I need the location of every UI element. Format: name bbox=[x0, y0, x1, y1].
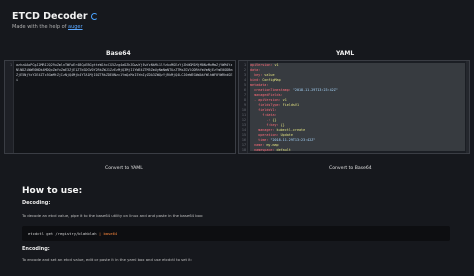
yaml-key: f:data: bbox=[250, 113, 277, 117]
yaml-key: fieldsV1: bbox=[250, 108, 277, 112]
yaml-value: my-map bbox=[264, 143, 279, 147]
yaml-key: manager: bbox=[250, 128, 275, 132]
decoding-instructions: To decode an etcd value, pipe it to the … bbox=[22, 213, 204, 218]
convert-to-yaml-button[interactable]: Convert to YAML bbox=[105, 166, 143, 171]
yaml-key: namespace: bbox=[250, 148, 275, 152]
yaml-value: ConfigMap bbox=[260, 78, 281, 82]
header: ETCD Decoder Made with the help of auger bbox=[12, 11, 98, 30]
encoding-instructions: To encode and set an etcd value, edit or… bbox=[22, 257, 193, 262]
decoding-title: Decoding: bbox=[22, 200, 51, 206]
subtitle-text: Made with the help of bbox=[12, 24, 69, 30]
yaml-key: time: bbox=[250, 138, 269, 142]
command-pipe: | base64 bbox=[98, 231, 118, 236]
yaml-key: metadata: bbox=[250, 83, 269, 87]
yaml-value: value bbox=[262, 73, 275, 77]
yaml-key: key: bbox=[250, 73, 263, 77]
base64-editor[interactable]: 1 azhzAAoPCgJ2MRIJQ29uZmlnTWFwEr4BCpEBCg… bbox=[4, 60, 236, 154]
yaml-key: - apiVersion: bbox=[250, 98, 281, 102]
yaml-value: 6b7569b9-6738-4c88-b7e5-e97c3c104f2 bbox=[262, 153, 336, 154]
yaml-key: managedFields: bbox=[250, 93, 283, 97]
editor-scrollbar[interactable] bbox=[466, 61, 469, 153]
app-title-text: ETCD Decoder bbox=[12, 11, 88, 22]
yaml-key: fieldsType: bbox=[250, 103, 281, 107]
yaml-text[interactable]: apiVersion: v1 data: key: value kind: Conf… bbox=[250, 63, 467, 154]
auger-link[interactable]: auger bbox=[68, 24, 83, 30]
yaml-value: v1 bbox=[280, 98, 287, 102]
yaml-key: kind: bbox=[250, 78, 261, 82]
yaml-value: FieldsV1 bbox=[280, 103, 299, 107]
line-number: 19 bbox=[239, 153, 246, 154]
yaml-line: uid: 6b7569b9-6738-4c88-b7e5-e97c3c104f2 bbox=[250, 153, 467, 154]
yaml-value: kubectl-create bbox=[274, 128, 306, 132]
yaml-key: uid: bbox=[250, 153, 262, 154]
how-to-title: How to use: bbox=[22, 186, 83, 196]
encoding-title: Encoding: bbox=[22, 246, 50, 252]
yaml-value: Update bbox=[278, 133, 293, 137]
yaml-editor[interactable]: 12345678910111213141516171819202122 apiV… bbox=[238, 60, 470, 154]
yaml-key: creationTimestamp: bbox=[250, 88, 291, 92]
yaml-value: {} bbox=[278, 123, 285, 127]
subtitle: Made with the help of auger bbox=[12, 24, 98, 30]
yaml-panel-title: YAML bbox=[336, 50, 355, 57]
yaml-key: f:key: bbox=[250, 123, 279, 127]
yaml-value: default bbox=[274, 148, 291, 152]
yaml-value: "2018-11-29T13:23:42Z" bbox=[268, 138, 316, 142]
yaml-key: operation: bbox=[250, 133, 279, 137]
command-text: etcdctl get /registry/blahblah bbox=[28, 231, 99, 236]
line-number-gutter: 12345678910111213141516171819202122 bbox=[239, 61, 248, 153]
yaml-key: name: bbox=[250, 143, 265, 147]
app-title: ETCD Decoder bbox=[12, 11, 98, 22]
base64-panel-title: Base64 bbox=[106, 50, 131, 57]
yaml-value: {} bbox=[270, 118, 277, 122]
command-snippet[interactable]: etcdctl get /registry/blahblah | base64 bbox=[22, 226, 450, 241]
etcd-logo-icon bbox=[90, 13, 98, 20]
yaml-value: v1 bbox=[272, 63, 279, 67]
yaml-value: "2018-11-29T13:23:42Z" bbox=[290, 88, 338, 92]
base64-text[interactable]: azhzAAoPCgJ2MRIJQ29uZmlnTWFwEr4BCpEBCgtt… bbox=[16, 63, 233, 83]
yaml-key: .: bbox=[250, 118, 271, 122]
yaml-key: apiVersion: bbox=[250, 63, 273, 67]
line-number: 1 bbox=[9, 63, 12, 67]
line-number-gutter: 1 bbox=[5, 61, 14, 153]
convert-to-base64-button[interactable]: Convert to Base64 bbox=[329, 166, 372, 171]
yaml-key: data: bbox=[250, 68, 261, 72]
